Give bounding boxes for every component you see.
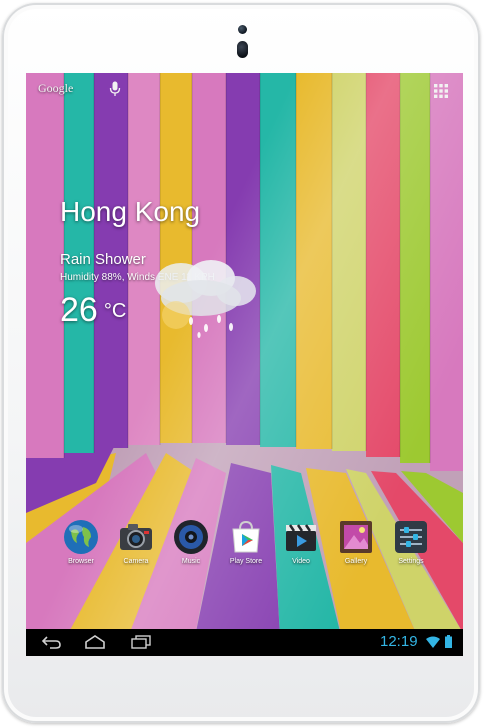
dock-label: Settings — [398, 558, 424, 565]
dock-app-camera[interactable]: Camera — [108, 519, 164, 565]
clapperboard-icon — [286, 524, 316, 551]
dock-app-settings[interactable]: Settings — [383, 519, 439, 565]
recent-apps-icon[interactable] — [130, 635, 152, 649]
rain-cloud-icon — [155, 260, 256, 338]
dock-app-gallery[interactable]: Gallery — [328, 519, 384, 565]
google-search-label[interactable]: Google — [38, 81, 73, 96]
tablet-frame: Google Hong Kong Rain Shower Humidity 88… — [2, 3, 480, 723]
home-screen: Google Hong Kong Rain Shower Humidity 88… — [26, 73, 463, 656]
dock-app-browser[interactable]: Browser — [53, 519, 109, 565]
dock-label: Gallery — [344, 558, 368, 565]
dock-label: Music — [181, 558, 201, 565]
dock-app-music[interactable]: Music — [163, 519, 219, 565]
dock-app-play-store[interactable]: Play Store — [218, 519, 274, 565]
globe-icon — [64, 520, 98, 554]
light-sensor — [237, 41, 248, 58]
microphone-icon[interactable] — [109, 81, 121, 97]
wallpaper — [26, 73, 463, 656]
front-camera — [238, 25, 247, 34]
dock-label: Play Store — [229, 558, 263, 565]
camera-icon — [120, 524, 152, 550]
settings-sliders-icon — [395, 521, 427, 553]
dock-label: Video — [292, 558, 310, 565]
wifi-icon — [426, 636, 440, 648]
battery-icon — [445, 635, 452, 648]
gallery-icon — [340, 521, 372, 553]
dock-app-video[interactable]: Video — [273, 519, 329, 565]
play-store-icon — [232, 520, 260, 553]
speaker-icon — [174, 520, 208, 554]
temperature-value: 26 — [60, 291, 98, 329]
dock-label: Camera — [123, 558, 149, 565]
weather-temperature: 26 °C — [60, 291, 126, 330]
back-icon[interactable] — [40, 635, 62, 649]
navigation-bar: 12:19 — [26, 629, 463, 656]
all-apps-grid-icon[interactable] — [434, 84, 448, 98]
dock-label: Browser — [68, 558, 94, 565]
weather-city: Hong Kong — [60, 196, 201, 227]
home-icon[interactable] — [84, 635, 106, 649]
status-clock: 12:19 — [380, 633, 418, 650]
